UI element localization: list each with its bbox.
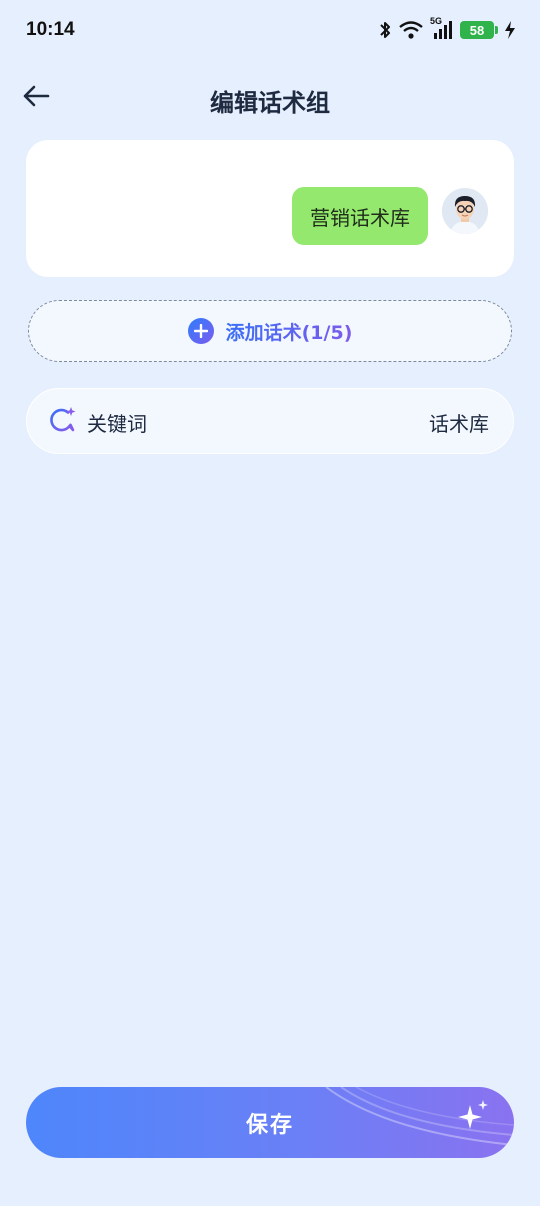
save-button[interactable]: 保存	[26, 1087, 514, 1158]
status-icons: 5G 58	[378, 16, 516, 40]
header: 编辑话术组	[0, 70, 540, 126]
keyword-row[interactable]: 关键词 话术库	[26, 388, 514, 454]
signal-icon: 5G	[430, 16, 454, 40]
script-library-link[interactable]: 话术库	[429, 389, 489, 455]
network-type: 5G	[430, 16, 443, 26]
charging-icon	[504, 20, 516, 40]
wifi-icon	[398, 20, 424, 40]
keyword-left: 关键词	[49, 389, 147, 455]
message-bubble[interactable]: 营销话术库	[292, 187, 428, 245]
add-script-label: 添加话术(1/5)	[226, 318, 353, 345]
message-text: 营销话术库	[310, 205, 410, 230]
page-title: 编辑话术组	[210, 89, 330, 117]
chat-preview-card: 营销话术库	[26, 140, 514, 277]
status-time: 10:14	[26, 19, 75, 40]
avatar	[442, 188, 488, 234]
save-label: 保存	[245, 1112, 294, 1138]
status-bar: 10:14 5G 58	[0, 0, 540, 62]
add-script-button[interactable]: 添加话术(1/5)	[28, 300, 512, 362]
plus-circle-icon	[187, 318, 214, 344]
chat-sparkle-icon	[49, 406, 77, 438]
screen: 10:14 5G 58 编辑话术组 营销话术库 添加话术(1/5) 关键词 话术…	[0, 0, 540, 1206]
sparkle-icon	[456, 1097, 492, 1137]
keyword-label: 关键词	[87, 411, 147, 436]
bluetooth-icon	[378, 20, 392, 40]
battery-icon: 58	[460, 21, 498, 39]
